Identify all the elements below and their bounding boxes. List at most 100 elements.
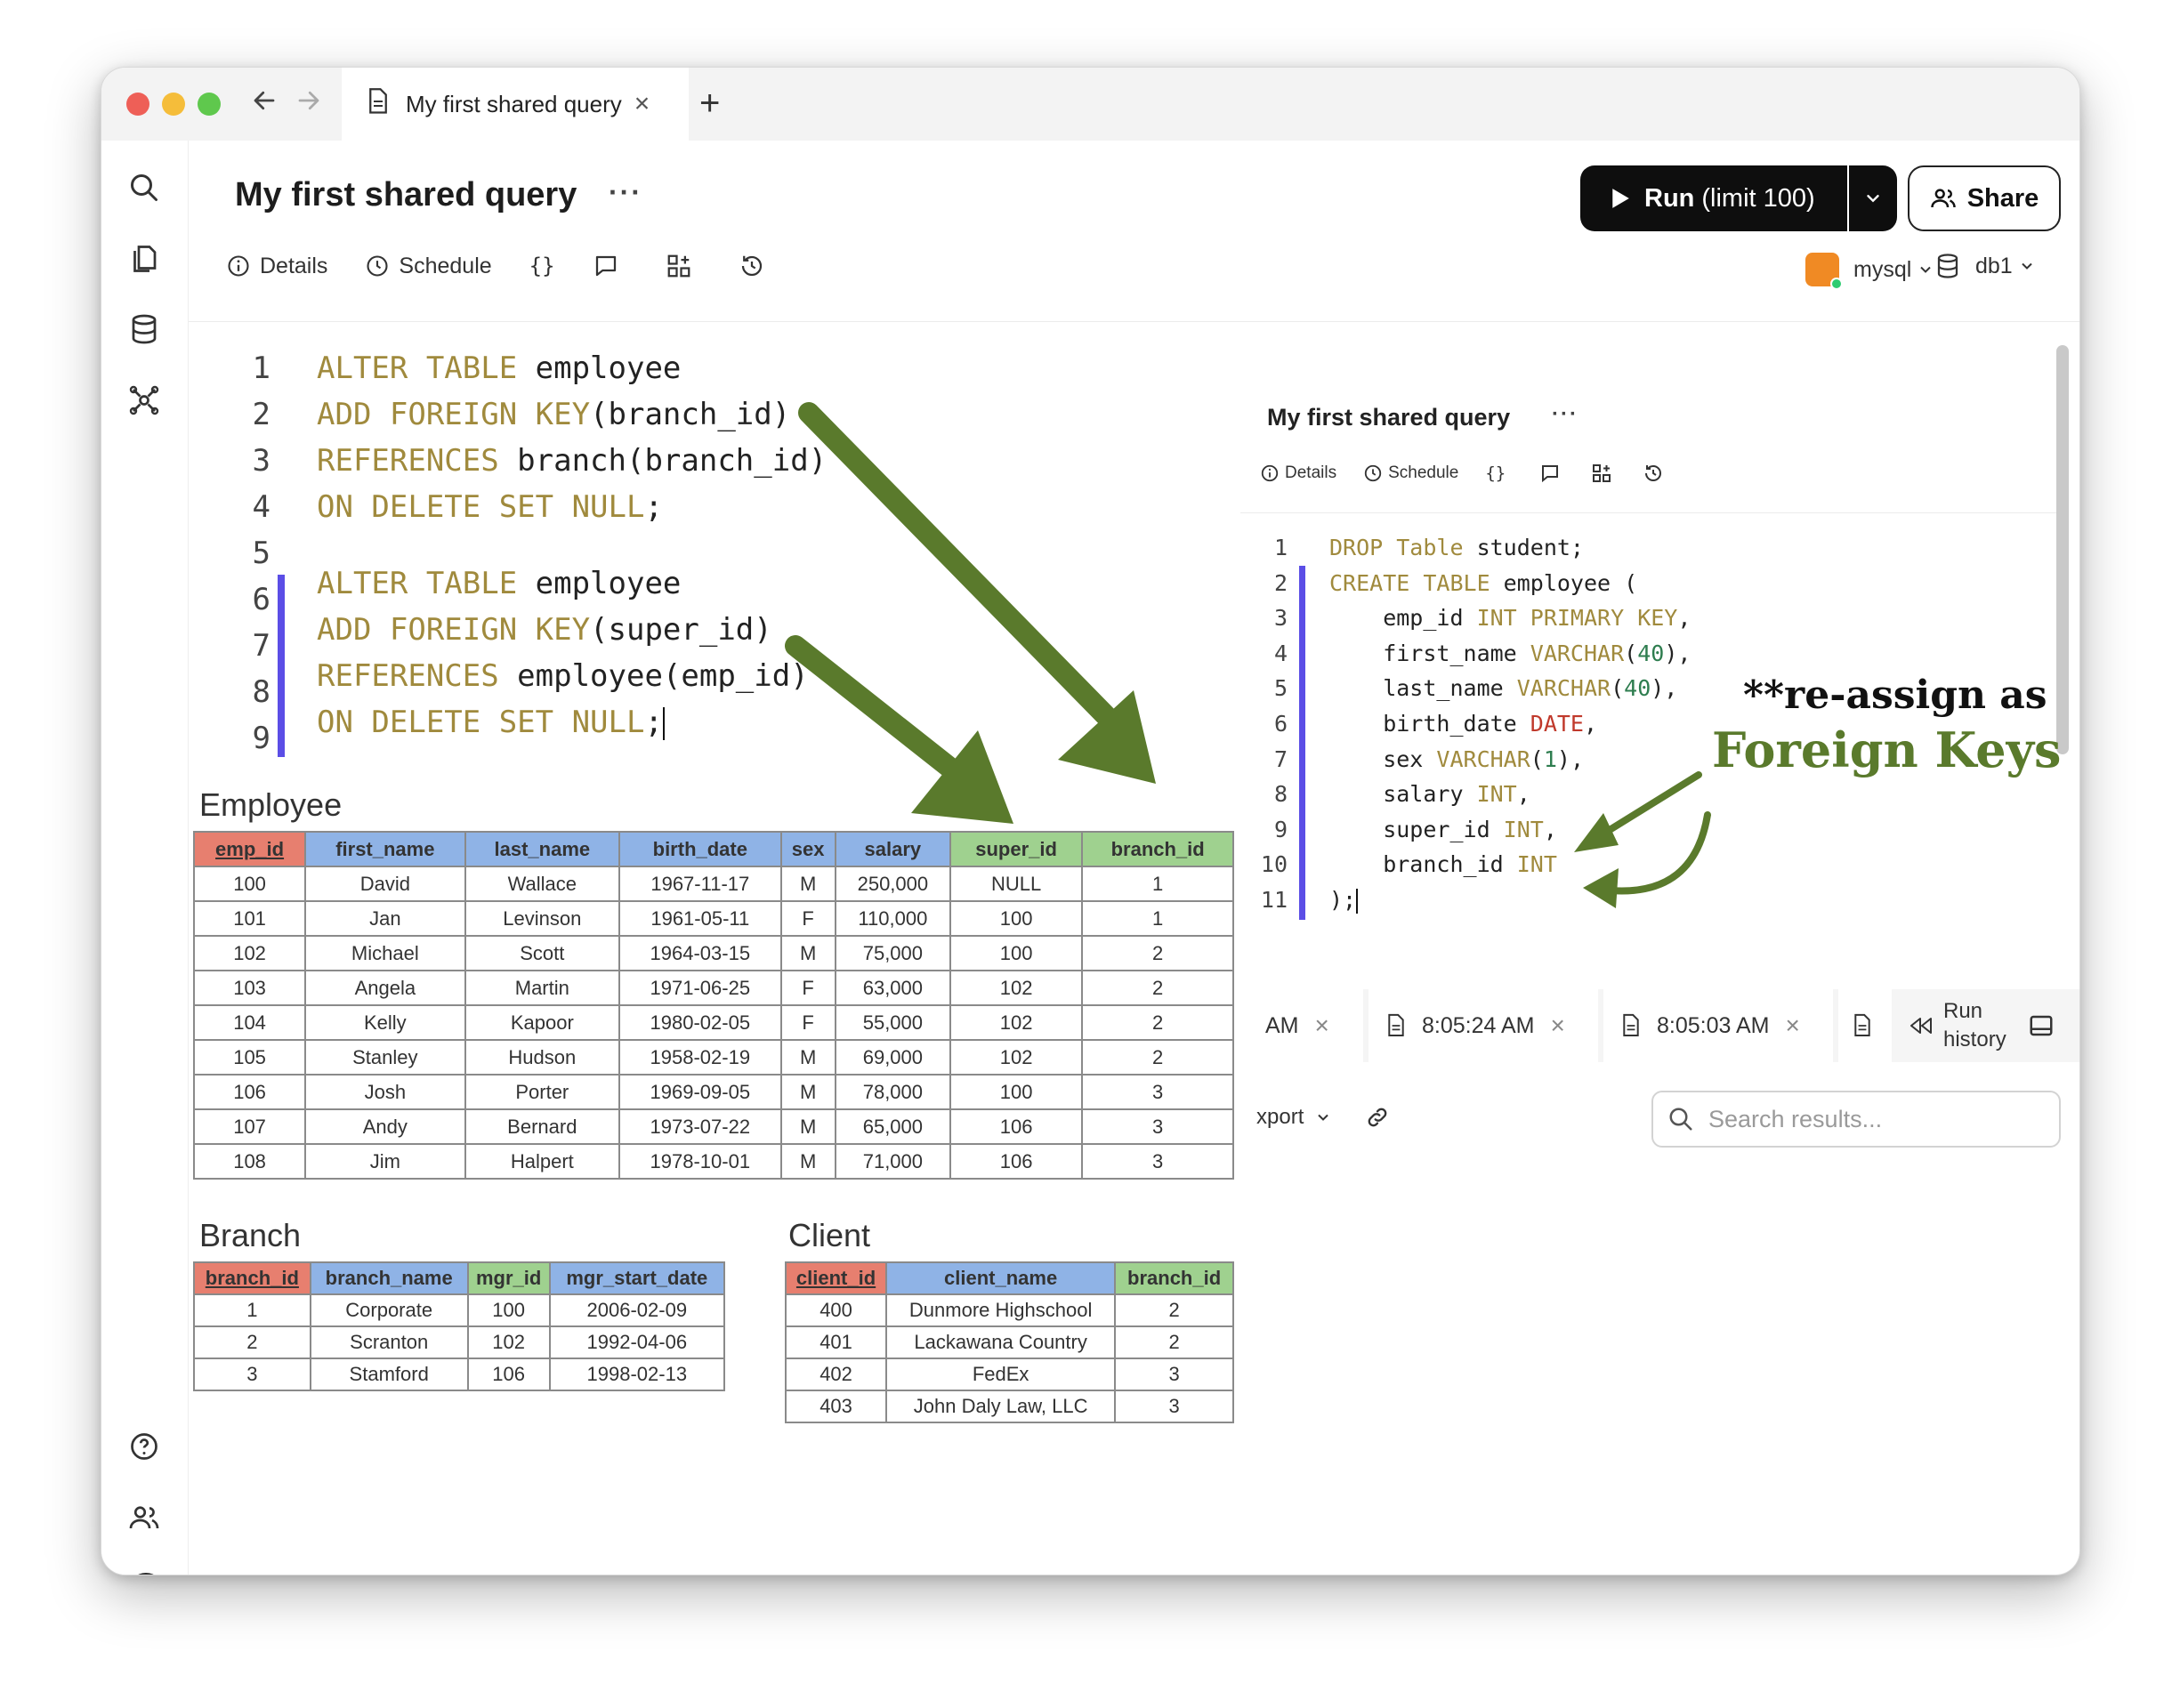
table-cell: M: [779, 1074, 836, 1110]
code-line: ALTER TABLE employee: [317, 560, 827, 607]
line-number: 1: [1273, 535, 1288, 560]
line-number: 7: [1273, 745, 1288, 772]
history-tab-2[interactable]: 8:05:03 AM ×: [1603, 989, 1833, 1062]
preview-schedule-button[interactable]: Schedule: [1363, 463, 1458, 483]
schedule-button[interactable]: Schedule: [365, 253, 492, 279]
maximize-window-button[interactable]: [198, 93, 221, 116]
help-icon[interactable]: [128, 1430, 164, 1466]
code-token: VARCHAR: [1436, 745, 1530, 772]
search-results-input[interactable]: Search results...: [1651, 1091, 2061, 1148]
close-icon[interactable]: ×: [1785, 1011, 1799, 1040]
run-label: Run: [1644, 183, 1695, 213]
table-cell: 2: [1081, 970, 1234, 1006]
database-icon[interactable]: [128, 313, 164, 349]
close-icon[interactable]: ×: [1315, 1011, 1329, 1040]
code-token: ADD FOREIGN KEY: [317, 612, 591, 648]
column-header: sex: [779, 831, 836, 867]
code-token: DROP Table: [1329, 535, 1464, 560]
export-dropdown[interactable]: xport: [1256, 1105, 1332, 1130]
variables-button[interactable]: {}: [529, 254, 555, 278]
search-icon[interactable]: [128, 172, 164, 207]
table-cell: 250,000: [834, 866, 951, 902]
user-avatar[interactable]: T: [128, 1573, 164, 1575]
code-token: ),: [1664, 640, 1692, 666]
schedule-label: Schedule: [399, 253, 492, 278]
close-icon[interactable]: ×: [1550, 1011, 1564, 1040]
table-cell: M: [779, 1143, 836, 1180]
queries-icon[interactable]: [128, 243, 164, 278]
comment-icon[interactable]: [1539, 463, 1561, 484]
table-cell: 1998-02-13: [548, 1358, 726, 1391]
code-line: ADD FOREIGN KEY(branch_id): [317, 391, 827, 438]
table-cell: F: [779, 900, 836, 937]
preview-sql-editor[interactable]: DROP Table student; CREATE TABLE employee…: [1329, 530, 1691, 918]
preview-braces-icon[interactable]: {}: [1485, 463, 1506, 483]
table-cell: 2006-02-09: [548, 1293, 726, 1327]
table-cell: 107: [192, 1108, 307, 1145]
more-options-icon[interactable]: ···: [609, 176, 642, 209]
table-cell: Jim: [304, 1143, 466, 1180]
table-cell: 106: [949, 1108, 1084, 1145]
table-cell: 105: [192, 1039, 307, 1076]
minimize-window-button[interactable]: [162, 93, 185, 116]
code-line: super_id INT,: [1329, 812, 1691, 848]
forward-arrow-icon[interactable]: [295, 87, 322, 120]
code-token: ,: [1584, 710, 1598, 737]
code-token: DATE: [1530, 710, 1584, 737]
engine-selector[interactable]: mysql: [1805, 253, 1934, 290]
run-options-button[interactable]: [1849, 165, 1897, 231]
query-tab[interactable]: My first shared query ×: [342, 68, 689, 141]
preview-details-button[interactable]: Details: [1260, 463, 1336, 483]
apps-button[interactable]: [666, 253, 701, 279]
arrow-super-id: [785, 635, 1013, 824]
code-line: sex VARCHAR(1),: [1329, 742, 1691, 777]
grid-plus-icon[interactable]: [1591, 463, 1612, 484]
table-cell: Scott: [464, 935, 621, 971]
play-icon: [1612, 189, 1629, 208]
code-token: ,: [1543, 816, 1557, 842]
code-token: ADD FOREIGN KEY: [317, 397, 591, 432]
history-tab-2-label: 8:05:03 AM: [1657, 1012, 1770, 1038]
table-row: 107 Andy Bernard 1973-07-22 M 65,000 106 3: [192, 1108, 1234, 1145]
history-icon[interactable]: [1643, 463, 1664, 484]
column-header: mgr_start_date: [548, 1261, 726, 1295]
code-line: birth_date DATE,: [1329, 706, 1691, 742]
team-icon[interactable]: [128, 1502, 164, 1537]
history-button[interactable]: [739, 253, 774, 279]
history-tab-3[interactable]: [1838, 989, 1892, 1062]
run-history-button[interactable]: Run history: [1899, 989, 2023, 1062]
details-button[interactable]: Details: [226, 254, 327, 279]
history-tab-1[interactable]: 8:05:24 AM ×: [1369, 989, 1598, 1062]
table-cell: 100: [466, 1293, 551, 1327]
table-cell: 1: [1081, 900, 1234, 937]
preview-active-indicator: [1299, 566, 1305, 920]
table-cell: 3: [1114, 1390, 1234, 1423]
run-button[interactable]: Run (limit 100): [1580, 165, 1847, 231]
tab-close-icon[interactable]: ×: [634, 89, 650, 119]
code-token: NULL: [571, 489, 645, 525]
editor-scrollbar[interactable]: [2056, 345, 2069, 754]
code-token: (: [1624, 640, 1638, 666]
history-tab-0[interactable]: AM ×: [1256, 989, 1363, 1062]
ai-assistant-icon[interactable]: [128, 384, 164, 420]
database-selector[interactable]: db1: [1934, 253, 2036, 279]
link-icon[interactable]: [1365, 1105, 1390, 1134]
table-cell: Halpert: [464, 1143, 621, 1180]
table-cell: 1969-09-05: [618, 1074, 782, 1110]
code-token: (super_id): [590, 612, 772, 648]
code-token: 40: [1637, 640, 1665, 666]
header-divider: [189, 321, 2079, 322]
preview-more-icon[interactable]: ···: [1552, 402, 1578, 427]
panel-toggle-button[interactable]: [2028, 989, 2072, 1062]
back-arrow-icon[interactable]: [251, 87, 278, 120]
share-button[interactable]: Share: [1908, 165, 2061, 231]
sql-editor[interactable]: ALTER TABLE employee ADD FOREIGN KEY(bran…: [317, 345, 827, 745]
close-window-button[interactable]: [126, 93, 149, 116]
panel-icon: [2030, 1015, 2053, 1036]
code-line: salary INT,: [1329, 777, 1691, 812]
new-tab-button[interactable]: +: [699, 85, 720, 121]
line-number: 4: [1273, 640, 1288, 666]
table-cell: Jan: [304, 900, 466, 937]
comments-button[interactable]: [593, 253, 628, 279]
table-cell: 100: [949, 900, 1084, 937]
